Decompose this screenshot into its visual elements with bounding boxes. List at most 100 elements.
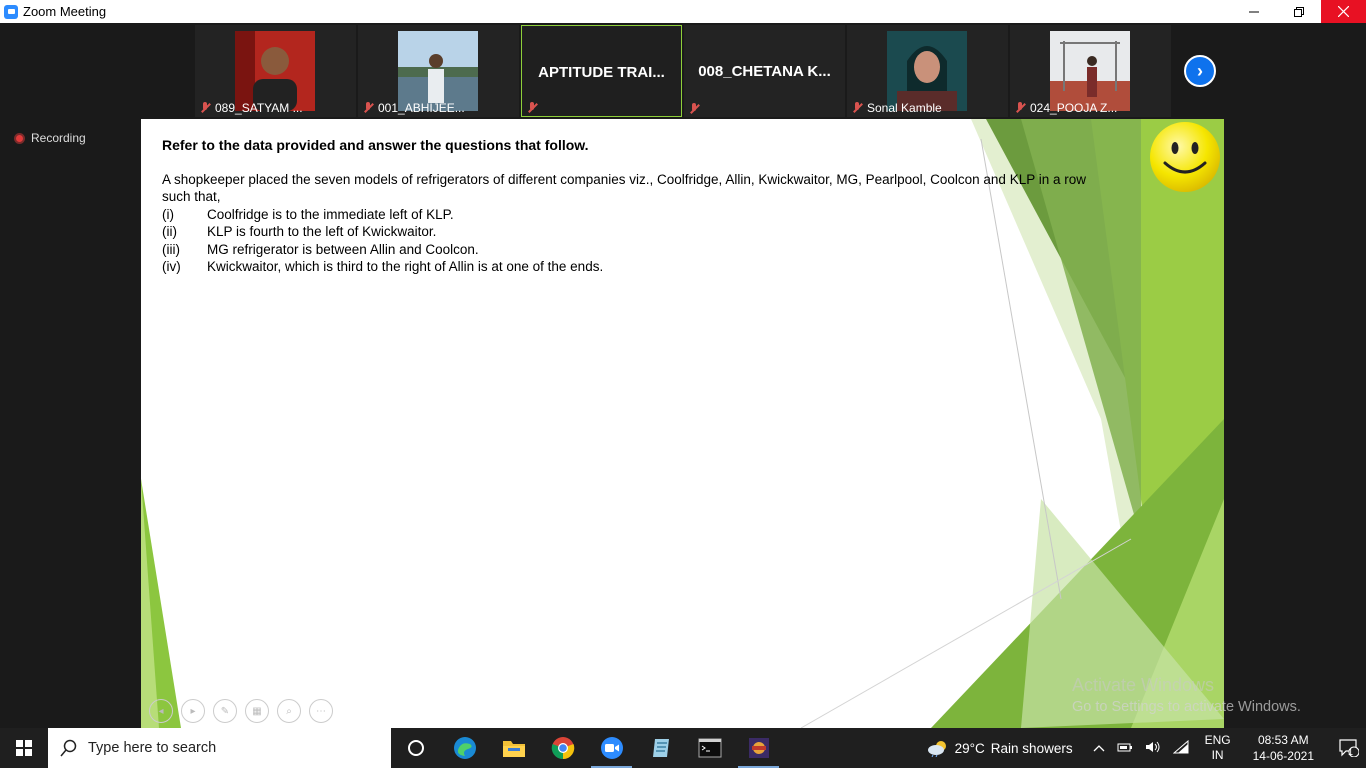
clue-item: (ii) KLP is fourth to the left of Kwickwa… — [162, 223, 603, 240]
taskbar-app[interactable] — [734, 728, 783, 768]
clue-item: (i) Coolfridge is to the immediate left o… — [162, 206, 603, 223]
taskbar-zoom[interactable] — [587, 728, 636, 768]
windows-taskbar: Type here to search 29°C Rain showers EN… — [0, 728, 1366, 768]
more-options-icon[interactable]: ⋯ — [309, 699, 333, 723]
clue-item: (iii) MG refrigerator is between Allin an… — [162, 241, 603, 258]
wifi-icon[interactable] — [1172, 739, 1189, 757]
participant-tile[interactable]: 008_CHETANA K... — [684, 25, 845, 117]
slide-intro-text: A shopkeeper placed the seven models of … — [162, 172, 1086, 205]
mic-muted-icon — [526, 102, 538, 114]
clue-number: (ii) — [162, 224, 177, 240]
clue-number: (i) — [162, 207, 174, 222]
battery-icon[interactable] — [1117, 741, 1133, 756]
mic-muted-icon — [1014, 102, 1026, 114]
participant-name: 001_ABHIJEE... — [378, 101, 465, 115]
search-placeholder: Type here to search — [88, 740, 217, 756]
close-button[interactable] — [1321, 0, 1366, 23]
system-tray: 29°C Rain showers ENG IN 08:53 AM 14-06-… — [927, 728, 1366, 768]
window-title: Zoom Meeting — [23, 4, 107, 19]
taskbar-file-explorer[interactable] — [489, 728, 538, 768]
participant-strip: 089_SATYAM ... 001_ABHIJEE... APTITUDE T… — [195, 25, 1171, 117]
zoom-app-icon — [4, 4, 18, 19]
clock-time: 08:53 AM — [1257, 733, 1309, 747]
task-view-button[interactable] — [391, 728, 440, 768]
mic-muted-icon — [688, 103, 700, 115]
slideshow-controls: ◂ ▸ ✎ ▦ ⌕ ⋯ — [149, 699, 333, 723]
participant-label — [688, 103, 700, 115]
title-bar: Zoom Meeting — [0, 0, 1366, 23]
clue-text: Coolfridge is to the immediate left of K… — [207, 207, 454, 222]
window-controls — [1231, 0, 1366, 23]
recording-label: Recording — [31, 131, 86, 145]
taskbar-edge[interactable] — [440, 728, 489, 768]
taskbar-command-prompt[interactable] — [685, 728, 734, 768]
record-icon — [14, 132, 25, 144]
restore-button[interactable] — [1276, 0, 1321, 23]
participant-tile[interactable]: 001_ABHIJEE... — [358, 25, 519, 117]
participant-name: 024_POOJA Z... — [1030, 101, 1118, 115]
clue-item: (iv) Kwickwaitor, which is third to the r… — [162, 258, 603, 275]
participant-tile-active-speaker[interactable]: APTITUDE TRAI... — [521, 25, 682, 117]
clue-text: MG refrigerator is between Allin and Coo… — [207, 241, 479, 257]
chevron-right-icon: › — [1197, 60, 1203, 81]
participant-name: Sonal Kamble — [867, 101, 942, 115]
participant-label: 089_SATYAM ... — [199, 101, 303, 115]
next-slide-icon[interactable]: ▸ — [181, 699, 205, 723]
windows-logo-icon — [16, 740, 32, 756]
clock[interactable]: 08:53 AM 14-06-2021 — [1253, 732, 1314, 764]
search-icon — [60, 739, 77, 757]
rain-cloud-icon — [927, 741, 946, 757]
clock-date: 14-06-2021 — [1252, 749, 1314, 763]
minimize-button[interactable] — [1231, 0, 1276, 23]
notification-count: 1 — [1347, 747, 1353, 757]
action-center-button[interactable]: 1 — [1326, 739, 1366, 757]
participant-tile[interactable]: 089_SATYAM ... — [195, 25, 356, 117]
zoom-icon[interactable]: ⌕ — [277, 699, 301, 723]
activate-windows-hint: Go to Settings to activate Windows. — [1072, 699, 1301, 715]
chevron-up-icon[interactable] — [1093, 741, 1105, 755]
participant-label: 024_POOJA Z... — [1014, 101, 1117, 115]
region-code: IN — [1211, 748, 1224, 762]
slide-heading: Refer to the data provided and answer th… — [162, 137, 589, 153]
recording-indicator[interactable]: Recording — [14, 131, 86, 145]
terminal-icon — [698, 738, 721, 758]
taskbar-search-box[interactable]: Type here to search — [48, 728, 391, 768]
clue-number: (iv) — [162, 259, 181, 275]
weather-description: Rain showers — [990, 740, 1073, 756]
mic-muted-icon — [851, 102, 863, 114]
pen-icon[interactable]: ✎ — [213, 699, 237, 723]
taskbar-chrome[interactable] — [538, 728, 587, 768]
start-button[interactable] — [0, 728, 48, 768]
clue-text: Kwickwaitor, which is third to the right… — [207, 259, 604, 275]
shared-screen-slide: Refer to the data provided and answer th… — [141, 119, 1224, 728]
weather-temperature: 29°C — [954, 740, 985, 756]
taskbar-notepad-app[interactable] — [636, 728, 685, 768]
edge-browser-icon — [453, 737, 476, 759]
clue-list: (i) Coolfridge is to the immediate left o… — [162, 206, 603, 276]
folder-icon — [502, 741, 525, 757]
participant-label: Sonal Kamble — [851, 101, 942, 115]
clue-text: KLP is fourth to the left of Kwickwaitor… — [207, 224, 437, 240]
participant-tile[interactable]: 024_POOJA Z... — [1010, 25, 1171, 117]
mic-muted-icon — [199, 102, 211, 114]
participant-video — [887, 31, 967, 111]
zoom-icon — [600, 737, 623, 759]
participant-display-name: 008_CHETANA K... — [698, 63, 831, 80]
clue-number: (iii) — [162, 241, 180, 257]
slides-overview-icon[interactable]: ▦ — [245, 699, 269, 723]
cortana-circle-icon — [407, 740, 424, 756]
participant-video — [398, 31, 478, 111]
participant-tile[interactable]: Sonal Kamble — [847, 25, 1008, 117]
restore-icon — [1293, 6, 1304, 17]
weather-widget[interactable]: 29°C Rain showers — [927, 739, 1073, 757]
participant-video — [235, 31, 315, 111]
volume-icon[interactable] — [1145, 740, 1161, 757]
close-icon — [1338, 6, 1349, 17]
previous-slide-icon[interactable]: ◂ — [149, 699, 173, 723]
next-page-button[interactable]: › — [1184, 55, 1216, 87]
app-icon — [748, 738, 769, 758]
minimize-icon — [1248, 11, 1259, 12]
language-indicator[interactable]: ENG IN — [1205, 733, 1231, 763]
participant-video — [1050, 31, 1130, 111]
participant-display-name: APTITUDE TRAI... — [538, 64, 665, 81]
